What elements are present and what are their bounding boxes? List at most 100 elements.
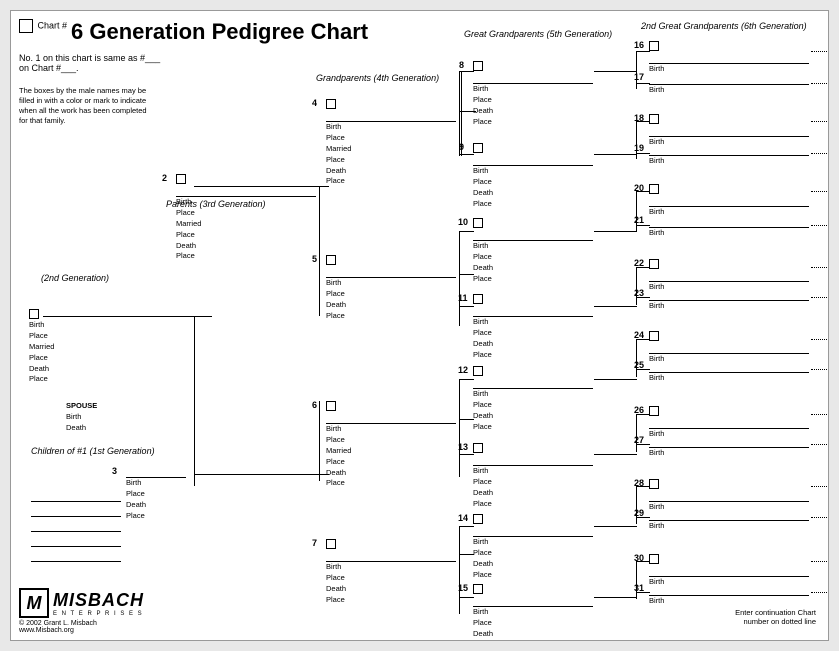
person-4-checkbox <box>326 99 336 109</box>
hline-p10-gen6 <box>594 231 637 232</box>
hline-p5-p1011 <box>459 274 474 275</box>
enter-continuation-note: Enter continuation Chart number on dotte… <box>735 608 816 626</box>
hline-p24 <box>636 339 650 340</box>
hline-2-right <box>319 186 329 187</box>
vline-1-23 <box>194 316 195 486</box>
person-23: 23 Birth <box>649 289 809 312</box>
hline-p30 <box>636 561 650 562</box>
hline-p7-p1415 <box>459 554 474 555</box>
hline-p22 <box>636 267 650 268</box>
person-4: 4 Birth Place Married Place Death Place <box>326 99 456 187</box>
person-2: 2 Birth Place Married Place Death Place <box>176 174 316 262</box>
hline-p1-right <box>194 316 212 317</box>
dotted-29 <box>811 517 829 518</box>
vline-p5-1011 <box>459 231 460 326</box>
hline-p26 <box>636 414 650 415</box>
hline-p31 <box>636 592 650 593</box>
dotted-16 <box>811 51 829 52</box>
person-18-checkbox <box>649 114 659 124</box>
spouse-birth: Birth <box>66 412 97 423</box>
hline-p20 <box>636 191 650 192</box>
dotted-25 <box>811 369 829 370</box>
hline-p23 <box>636 297 650 298</box>
person-7: 7 Birth Place Death Place <box>326 539 456 606</box>
vline-2-45 <box>319 186 320 316</box>
person-1-death: Death <box>29 364 203 375</box>
person-12-checkbox <box>473 366 483 376</box>
hline-p12-gen6 <box>594 379 637 380</box>
hline-p25 <box>636 369 650 370</box>
child-line-3 <box>31 531 121 532</box>
dotted-28 <box>811 486 829 487</box>
copyright-text: © 2002 Grant L. Misbach www.Misbach.org <box>19 620 144 634</box>
person-21: 21 Birth <box>649 216 809 239</box>
person-9: 9 Birth Place Death Place <box>473 143 593 210</box>
hline-p11 <box>459 306 474 307</box>
hline-p21 <box>636 225 650 226</box>
person-6: 6 Birth Place Married Place Death Place <box>326 401 456 489</box>
vline-p7-1415 <box>459 526 460 614</box>
dotted-17 <box>811 83 829 84</box>
hline-p15-gen6 <box>594 597 637 598</box>
chart-number-label: Chart # <box>38 20 68 30</box>
dotted-23 <box>811 297 829 298</box>
hline-p27 <box>636 444 650 445</box>
vline-p13-2627 <box>636 414 637 452</box>
person-31: 31 Birth <box>649 584 809 607</box>
chart-number: Chart # <box>19 19 67 33</box>
hline-p11-gen6 <box>594 306 637 307</box>
child-line-4 <box>31 546 121 547</box>
person-22: 22 Birth <box>649 259 809 293</box>
person-8: 8 Birth Place Death Place <box>473 61 593 128</box>
vline-p4-89 <box>459 71 460 156</box>
dotted-20 <box>811 191 829 192</box>
person-13: 13 Birth Place Death Place <box>473 443 593 510</box>
hline-p15 <box>459 597 474 598</box>
person-20-checkbox <box>649 184 659 194</box>
vline-p11-2223 <box>636 267 637 305</box>
person-1-married: Married <box>29 342 203 353</box>
dotted-26 <box>811 414 829 415</box>
person-15-checkbox <box>473 584 483 594</box>
gen4-label: Grandparents (4th Generation) <box>316 73 439 83</box>
dotted-21 <box>811 225 829 226</box>
chart-container: 6 Generation Pedigree Chart Chart # No. … <box>10 10 829 641</box>
person-24-checkbox <box>649 331 659 341</box>
person-10: 10 Birth Place Death Place <box>473 218 593 285</box>
person-1-place2: Place <box>29 353 203 364</box>
person-29: 29 Birth <box>649 509 809 532</box>
vline-p12-2425 <box>636 339 637 377</box>
hline-p14 <box>459 526 474 527</box>
logo-icon: M <box>19 588 49 618</box>
chart-checkbox <box>19 19 33 33</box>
person-28: 28 Birth <box>649 479 809 513</box>
spouse-section: SPOUSE Birth Death <box>66 401 97 434</box>
person-20: 20 Birth <box>649 184 809 218</box>
hline-p13-gen6 <box>594 454 637 455</box>
dotted-22 <box>811 267 829 268</box>
hline-p19 <box>636 153 650 154</box>
person-22-checkbox <box>649 259 659 269</box>
person-27: 27 Birth <box>649 436 809 459</box>
person-1: Birth Place Married Place Death Place <box>29 305 203 385</box>
vline-3-right <box>319 401 320 481</box>
person-28-checkbox <box>649 479 659 489</box>
person-11: 11 Birth Place Death Place <box>473 294 593 361</box>
dotted-18 <box>811 121 829 122</box>
person-9-checkbox <box>473 143 483 153</box>
hline-p8-gen6 <box>594 71 637 72</box>
vline-p15-3031 <box>636 561 637 599</box>
person-7-checkbox <box>326 539 336 549</box>
note2: The boxes by the male names may be fille… <box>19 86 154 127</box>
person-15: 15 Birth Place Death Place <box>473 584 593 641</box>
hline-p17 <box>636 83 650 84</box>
vline-p14-2829 <box>636 486 637 524</box>
person-17: 17 Birth <box>649 73 809 96</box>
child-line-1 <box>31 501 121 502</box>
person-5: 5 Birth Place Death Place <box>326 255 456 322</box>
child-line-5 <box>31 561 121 562</box>
person-16-checkbox <box>649 41 659 51</box>
person-6-checkbox <box>326 401 336 411</box>
hline-p9-gen6 <box>594 154 637 155</box>
hline-p12 <box>459 379 474 380</box>
